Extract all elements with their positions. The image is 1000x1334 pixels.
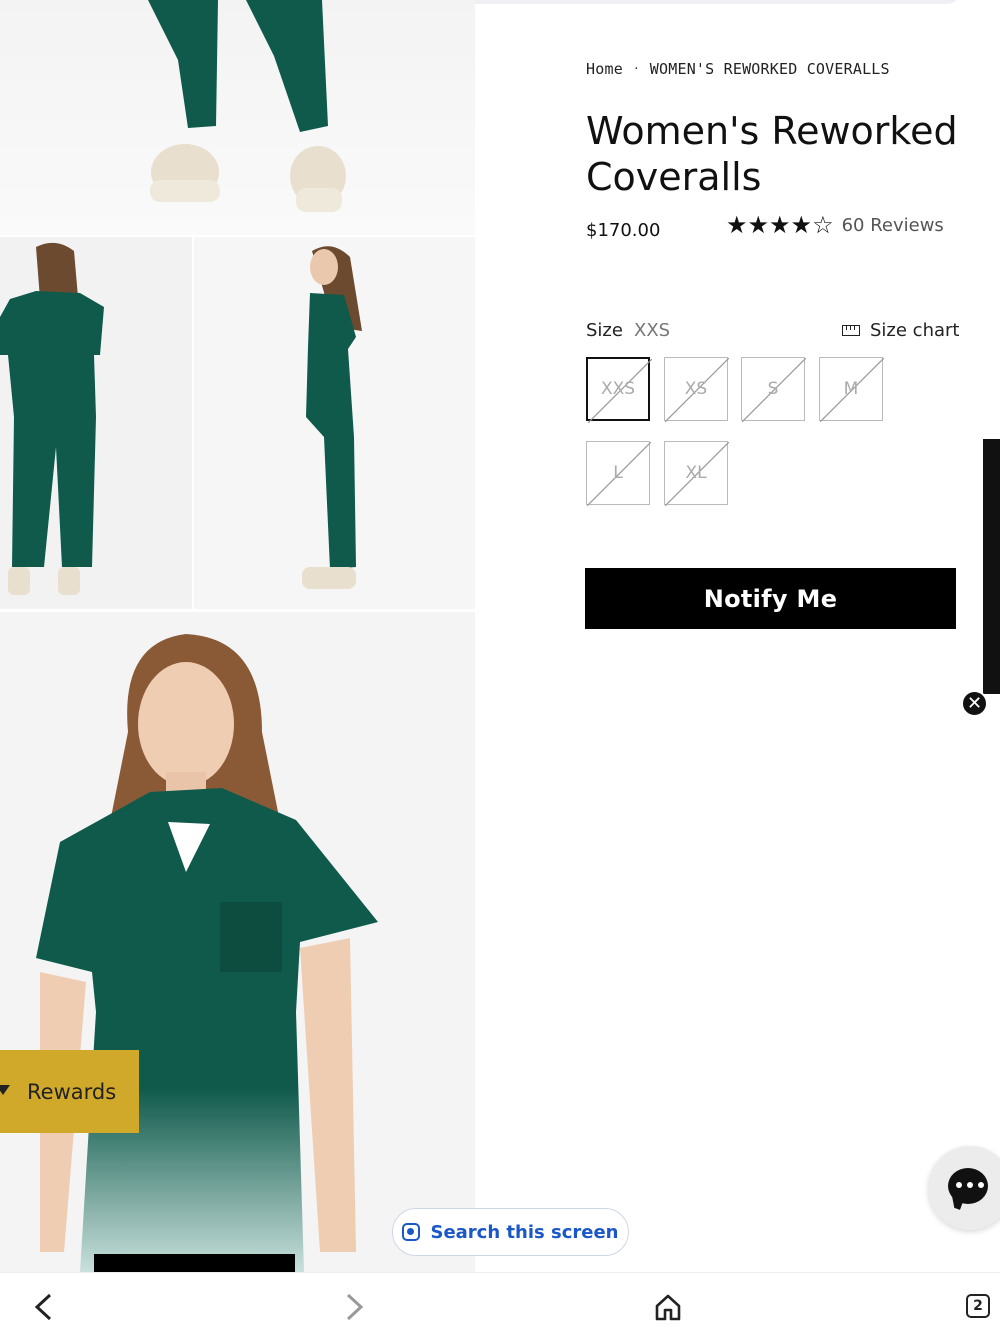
home-icon[interactable] xyxy=(654,1293,682,1321)
product-price: $170.00 xyxy=(586,220,661,241)
size-selected-value: XXS xyxy=(634,320,671,341)
size-option-xs[interactable]: XS xyxy=(664,357,729,422)
chat-button[interactable] xyxy=(928,1146,1000,1230)
product-image-front[interactable] xyxy=(0,612,475,1272)
chevron-right-icon[interactable] xyxy=(344,1293,366,1321)
rewards-icon xyxy=(0,1085,10,1095)
browser-nav-bar xyxy=(0,1272,1000,1334)
lens-icon xyxy=(402,1223,421,1241)
image-bottom-bar xyxy=(94,1254,295,1272)
size-chart-label: Size chart xyxy=(870,320,960,341)
reviews-link[interactable]: 60 Reviews xyxy=(842,215,944,236)
notify-me-button[interactable]: Notify Me xyxy=(585,568,956,629)
size-option-label: XL xyxy=(685,463,707,483)
rewards-button[interactable]: Rewards xyxy=(0,1050,139,1133)
side-panel-tab[interactable] xyxy=(983,439,1000,694)
chevron-left-icon[interactable] xyxy=(32,1293,54,1321)
size-option-label: L xyxy=(613,463,623,483)
breadcrumb-separator: · xyxy=(632,62,640,75)
close-icon[interactable]: ✕ xyxy=(961,690,988,717)
size-label: Size xyxy=(586,320,623,341)
product-rating[interactable]: ★ ★ ★ ★ ☆ 60 Reviews xyxy=(726,212,944,238)
size-option-s[interactable]: S xyxy=(741,357,806,422)
size-option-label: S xyxy=(767,379,779,399)
star-filled-icon: ★ xyxy=(726,211,748,239)
star-filled-icon: ★ xyxy=(790,211,813,239)
ruler-icon xyxy=(842,325,860,336)
star-filled-icon: ★ xyxy=(747,211,770,239)
product-title: Women's Reworked Coveralls xyxy=(586,109,958,199)
size-chart-link[interactable]: Size chart xyxy=(842,320,959,341)
size-option-label: M xyxy=(843,379,859,399)
product-image-side[interactable] xyxy=(194,237,475,609)
rewards-label: Rewards xyxy=(27,1079,117,1104)
size-option-m[interactable]: M xyxy=(819,357,884,422)
breadcrumb-home[interactable]: Home xyxy=(586,60,623,78)
search-pill-label: Search this screen xyxy=(430,1221,619,1243)
breadcrumb-current: WOMEN'S REWORKED COVERALLS xyxy=(649,60,890,78)
size-option-label: XXS xyxy=(600,379,636,399)
size-option-label: XS xyxy=(684,379,708,399)
star-empty-icon: ☆ xyxy=(812,211,834,239)
search-this-screen-button[interactable]: Search this screen xyxy=(392,1208,629,1256)
size-option-xl[interactable]: XL xyxy=(664,441,729,506)
size-option-xxs[interactable]: XXS xyxy=(586,357,652,423)
size-option-l[interactable]: L xyxy=(586,441,651,506)
star-filled-icon: ★ xyxy=(769,211,791,239)
product-image-back[interactable] xyxy=(0,237,192,609)
tabs-count-button[interactable]: 2 xyxy=(966,1294,990,1318)
product-image-legs[interactable] xyxy=(0,0,475,235)
breadcrumb: Home · WOMEN'S REWORKED COVERALLS xyxy=(586,60,890,78)
